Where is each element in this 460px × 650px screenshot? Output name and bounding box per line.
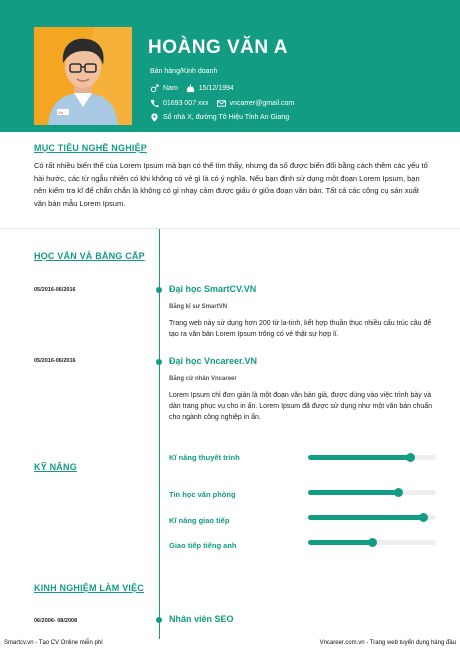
skill-bar-knob (394, 488, 403, 497)
header-banner: Vn HOÀNG VĂN A Bán hàng/Kinh doanh Nam 1… (0, 0, 460, 132)
cake-icon (186, 84, 194, 93)
skill-bar-fill (308, 490, 398, 495)
experience-heading: KINH NGHIỆM LÀM VIỆC (34, 583, 145, 593)
skill-bar-fill (308, 540, 372, 545)
skill-bar (308, 488, 436, 497)
objective-text: Có rất nhiều biến thể của Lorem Ipsum mà… (34, 161, 428, 208)
education-degree: Bằng kĩ sư SmartVN (169, 304, 228, 310)
phone-value: 01693 007 xxx (163, 100, 209, 107)
experience-position: Nhân viên SEO (169, 614, 234, 624)
footer-left-text: Smartcv.vn - Tạo CV Online miễn phí (4, 640, 103, 646)
skill-bar-knob (368, 538, 377, 547)
contact-row: 01693 007 xxx vncarrer@gmail.com (150, 99, 294, 108)
gender-birthday-row: Nam 15/12/1994 (150, 84, 234, 93)
footer-right-text: Vncareer.com.vn - Trang web tuyển dụng h… (319, 640, 456, 646)
education-description: Trang web này sử dụng hơn 200 từ la-tinh… (169, 320, 432, 338)
education-date: 05/2016-06/2016 (34, 358, 76, 364)
timeline-dot (156, 617, 162, 623)
education-description: Lorem Ipsum chỉ đơn giản là một đoạn văn… (169, 392, 433, 421)
skill-bar-knob (406, 453, 415, 462)
svg-text:Vn: Vn (58, 110, 63, 115)
education-heading: HỌC VẤN VÀ BẰNG CẤP (34, 251, 145, 261)
skill-bar-knob (419, 513, 428, 522)
objective-heading: MỤC TIÊU NGHỀ NGHIỆP (34, 143, 148, 153)
education-degree: Bằng cử nhân Vncareer (169, 376, 237, 382)
education-date: 05/2016-06/2016 (34, 287, 76, 293)
avatar: Vn (34, 27, 132, 125)
birthday-value: 15/12/1994 (198, 85, 234, 92)
skill-bar-fill (308, 455, 410, 460)
phone-icon (150, 99, 159, 108)
job-title: Bán hàng/Kinh doanh (150, 68, 218, 75)
skill-bar (308, 513, 436, 522)
experience-date: 06/2006- 08/2008 (34, 618, 78, 624)
skill-label: Tin học văn phòng (169, 490, 236, 499)
education-school: Đại học Vncareer.VN (169, 356, 258, 366)
skill-label: Kĩ năng thuyết trình (169, 453, 240, 462)
timeline-dot (156, 287, 162, 293)
location-pin-icon (151, 113, 158, 122)
footer: Smartcv.vn - Tạo CV Online miễn phí Vnca… (0, 636, 460, 650)
timeline-dot (156, 359, 162, 365)
skill-label: Kĩ năng giao tiếp (169, 516, 230, 525)
skill-label: Giao tiếp tiếng anh (169, 541, 237, 550)
gender-icon (150, 84, 159, 93)
section-divider (0, 228, 460, 229)
education-school: Đại học SmartCV.VN (169, 284, 257, 294)
skill-bar-fill (308, 515, 423, 520)
email-icon (216, 100, 226, 107)
email-value: vncarrer@gmail.com (229, 100, 295, 107)
address-value: Số nhà X, đường Tô Hiệu Tỉnh An Giang (163, 114, 290, 121)
gender-value: Nam (163, 85, 178, 92)
candidate-name: HOÀNG VĂN A (148, 37, 288, 58)
skills-heading: KỸ NĂNG (34, 462, 77, 472)
skill-bar (308, 538, 436, 547)
skill-bar (308, 453, 436, 462)
address-row: Số nhà X, đường Tô Hiệu Tỉnh An Giang (150, 113, 289, 122)
